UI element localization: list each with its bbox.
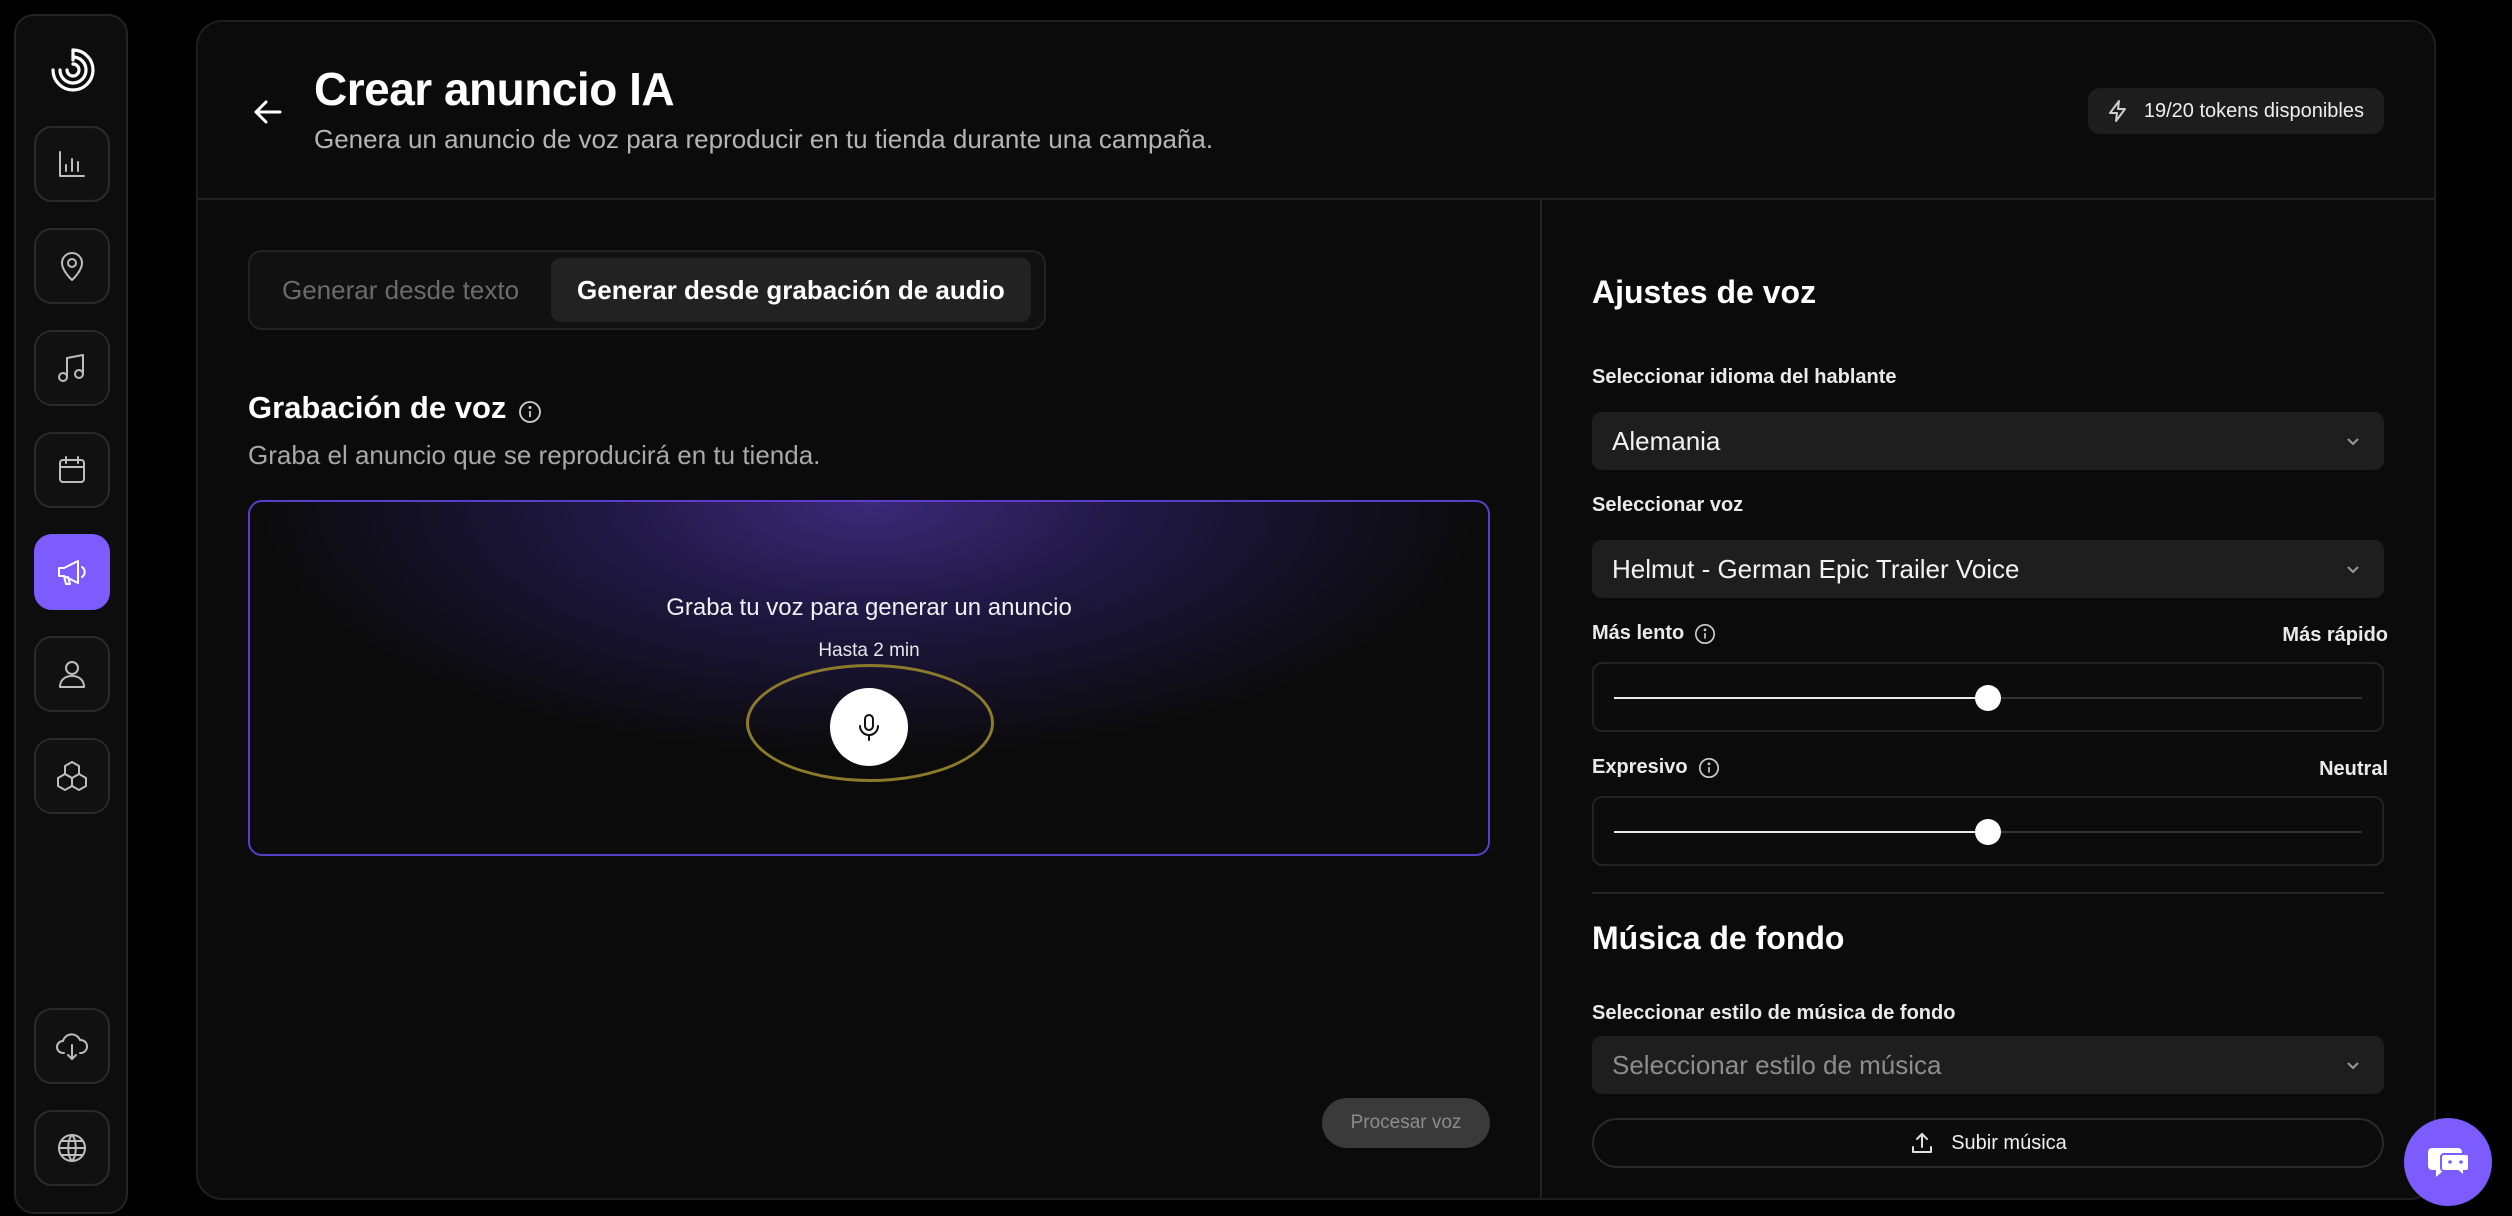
chat-support-button[interactable] [2404,1118,2492,1206]
nav-analytics[interactable] [34,126,110,202]
calendar-icon [59,456,85,483]
speed-left-label: Más lento [1592,622,1716,645]
page-header: Crear anuncio IA Genera un anuncio de vo… [198,22,2434,200]
nav-music[interactable] [34,330,110,406]
lightning-icon [2108,100,2126,122]
tokens-text: 19/20 tokens disponibles [2143,99,2364,122]
speed-right-label: Más rápido [2282,624,2388,646]
slider-thumb[interactable] [1975,685,2001,711]
info-icon[interactable] [1698,757,1720,779]
info-icon[interactable] [1694,623,1716,645]
nav-locations[interactable] [34,228,110,304]
location-pin-icon [61,252,83,281]
style-right-label: Neutral [2319,758,2388,780]
cubes-icon [57,761,87,791]
info-icon[interactable] [518,396,542,423]
back-button[interactable] [248,92,288,132]
microphone-icon [859,714,879,741]
nav-integrations[interactable] [34,738,110,814]
record-area: Graba tu voz para generar un anuncio Has… [248,500,1490,856]
process-voice-button[interactable]: Procesar voz [1322,1098,1490,1148]
recording-section-title: Grabación de voz [248,390,542,426]
record-button[interactable] [830,688,908,766]
voice-value: Helmut - German Epic Trailer Voice [1612,553,2020,584]
nav-announcements[interactable] [34,534,110,610]
nav-calendar[interactable] [34,432,110,508]
upload-music-button[interactable]: Subir música [1592,1118,2384,1168]
music-style-label: Seleccionar estilo de música de fondo [1592,1002,1956,1024]
globe-icon [58,1134,86,1162]
tab-from-audio[interactable]: Generar desde grabación de audio [551,258,1031,322]
slider-thumb[interactable] [1975,819,2001,845]
source-tabs: Generar desde texto Generar desde grabac… [248,250,1046,330]
recording-title-text: Grabación de voz [248,390,507,425]
style-left-label: Expresivo [1592,756,1720,779]
music-note-icon [58,354,84,382]
megaphone-icon [58,560,86,585]
page-title: Crear anuncio IA [314,63,675,115]
music-style-select[interactable]: Seleccionar estilo de música [1592,1036,2384,1094]
nav-users[interactable] [34,636,110,712]
music-style-placeholder: Seleccionar estilo de música [1612,1049,1942,1080]
arrow-left-icon [254,100,282,124]
voice-label: Seleccionar voz [1592,494,1744,516]
chevron-down-icon [2347,1062,2359,1070]
user-icon [59,661,85,688]
chevron-down-icon [2347,566,2359,574]
record-prompt: Graba tu voz para generar un anuncio [666,594,1072,621]
settings-column: Ajustes de voz Seleccionar idioma del ha… [1540,200,2434,1198]
cloud-download-icon [56,1033,88,1060]
upload-music-label: Subir música [1951,1131,2067,1154]
language-select[interactable]: Alemania [1592,412,2384,470]
tokens-badge: 19/20 tokens disponibles [2087,88,2384,134]
divider [1592,892,2384,894]
bar-chart-icon [59,151,85,177]
language-label: Seleccionar idioma del hablante [1592,366,1897,388]
app-logo-icon[interactable] [49,46,97,94]
recording-column: Generar desde texto Generar desde grabac… [198,200,1540,1198]
recording-section-subtitle: Graba el anuncio que se reproducirá en t… [248,440,821,470]
style-left-text: Expresivo [1592,756,1688,778]
voice-select[interactable]: Helmut - German Epic Trailer Voice [1592,540,2384,598]
style-slider[interactable] [1592,796,2384,866]
voice-settings-title: Ajustes de voz [1592,274,1817,310]
language-value: Alemania [1612,425,1721,456]
speed-slider[interactable] [1592,662,2384,732]
tab-from-text[interactable]: Generar desde texto [256,258,545,322]
upload-icon [1912,1133,1933,1153]
chevron-down-icon [2347,438,2359,446]
sidebar [14,14,128,1214]
main-panel: Crear anuncio IA Genera un anuncio de vo… [196,20,2436,1200]
record-limit: Hasta 2 min [818,640,920,661]
music-title: Música de fondo [1592,920,1845,956]
speed-left-text: Más lento [1592,622,1685,644]
slider-fill [1614,831,1988,833]
slider-fill [1614,697,1988,699]
page-subtitle: Genera un anuncio de voz para reproducir… [314,124,1214,154]
nav-download[interactable] [34,1008,110,1084]
nav-language[interactable] [34,1110,110,1186]
chat-icon [2428,1148,2470,1179]
